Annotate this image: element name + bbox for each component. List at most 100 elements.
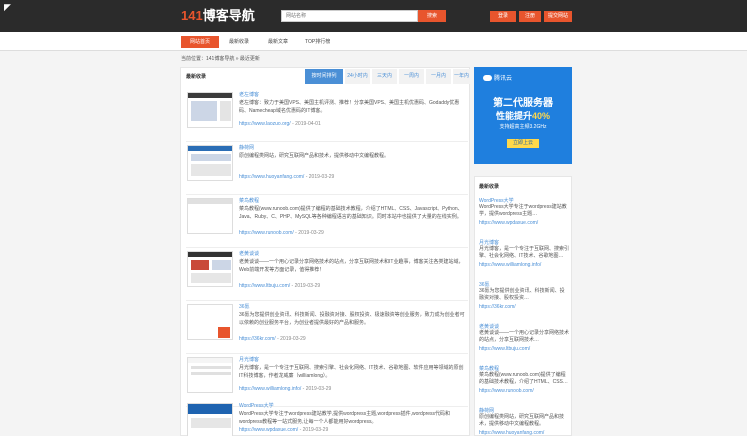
- sidebar-latest: 最新收录 WordPress大学 WordPress大学专注于wordpress…: [474, 176, 572, 436]
- ad-subheadline: 性能提升40%: [495, 111, 551, 121]
- item-desc: 菜鸟教程(www.runoob.com)提供了编程的基础技术教程，介绍了HTML…: [239, 206, 463, 220]
- item-url[interactable]: https://www.wpdaxue.com/: [239, 427, 298, 433]
- item-title[interactable]: 菜鸟教程: [239, 197, 259, 204]
- item-url[interactable]: https://www.huoyanfang.com/: [239, 174, 304, 180]
- item-url[interactable]: https://www.runoob.com/: [239, 230, 294, 236]
- item-title[interactable]: 老黄谈谈: [239, 250, 259, 257]
- item-title[interactable]: 36氪: [239, 303, 250, 310]
- site-thumbnail[interactable]: [187, 251, 233, 287]
- tencent-cloud-ad[interactable]: 腾讯云 第二代服务器 性能提升40% 支持超高主频3.2GHz 立即上云: [474, 67, 572, 164]
- top-bar: ◤ 141博客导航 搜索 登录 注册 提交网站: [0, 0, 747, 32]
- list-item[interactable]: 36氪 36氪为您提供创业资讯、科技新闻、投融资对接、股权投资、极速融资等创业服…: [186, 302, 468, 354]
- search-button[interactable]: 搜索: [418, 10, 446, 22]
- site-logo[interactable]: 141博客导航: [181, 8, 255, 24]
- nav-item-home[interactable]: 网站首页: [181, 36, 219, 48]
- site-thumbnail[interactable]: [187, 145, 233, 181]
- sidebar-item-title[interactable]: 静荷网: [479, 407, 494, 414]
- tab-24h[interactable]: 24小时内: [345, 69, 370, 84]
- site-thumbnail[interactable]: [187, 304, 233, 340]
- sidebar-item-url[interactable]: https://www.wpdaxue.com/: [479, 220, 538, 226]
- sidebar-item[interactable]: WordPress大学 WordPress大学专注于wordpress建站教学，…: [479, 197, 569, 237]
- site-thumbnail[interactable]: [187, 357, 233, 393]
- register-button[interactable]: 注册: [519, 11, 541, 22]
- submit-site-button[interactable]: 提交网站: [544, 11, 572, 22]
- sidebar-item-title[interactable]: 老黄谈谈: [479, 323, 499, 330]
- item-date: 2019-03-29: [280, 336, 306, 342]
- sidebar-item[interactable]: 老黄谈谈 老黄谈谈——一个用心记录分享网络技术的站点，分享互联网技术… http…: [479, 323, 569, 363]
- sidebar-item-url[interactable]: https://36kr.com/: [479, 304, 516, 310]
- tab-3days[interactable]: 三天内: [372, 69, 397, 84]
- item-meta: https://www.laozuo.org/ - 2019-04-01: [239, 121, 321, 127]
- search-box: [281, 10, 418, 22]
- sidebar-item-title[interactable]: WordPress大学: [479, 197, 514, 204]
- item-title[interactable]: 月光博客: [239, 356, 259, 363]
- tab-1month[interactable]: 一月内: [426, 69, 451, 84]
- sidebar-item[interactable]: 月光博客 月光博客，是一个专注于互联网、搜索引擎、社会化网络、IT技术、谷歌地图…: [479, 239, 569, 279]
- sidebar-item-desc: 月光博客，是一个专注于互联网、搜索引擎、社会化网络、IT技术、谷歌地图…: [479, 246, 570, 259]
- list-item[interactable]: 静荷网 原创编程类网站，研究互联网产品和技术，提供移动中文编程教程。 https…: [186, 143, 468, 195]
- logo-number: 141: [181, 8, 203, 23]
- ad-headline: 第二代服务器: [493, 98, 553, 109]
- item-meta: https://www.huoyanfang.com/ - 2019-03-29: [239, 174, 335, 180]
- sidebar-item-desc: 老黄谈谈——一个用心记录分享网络技术的站点，分享互联网技术…: [479, 330, 570, 343]
- sidebar-item[interactable]: 36氪 36氪为您提供创业资讯、科技新闻、投融资对接、股权投资… https:/…: [479, 281, 569, 321]
- nav-item-latest-sites[interactable]: 最新收录: [229, 37, 249, 47]
- sidebar-item-desc: 原创编程类网站，研究互联网产品和技术，提供移动中文编程教程。: [479, 414, 565, 427]
- sidebar-item-title[interactable]: 菜鸟教程: [479, 365, 499, 372]
- site-thumbnail[interactable]: [187, 92, 233, 128]
- search-input[interactable]: [282, 11, 417, 21]
- item-meta: https://www.williamlong.info/ - 2019-03-…: [239, 386, 332, 392]
- sidebar-item[interactable]: 静荷网 原创编程类网站，研究互联网产品和技术，提供移动中文编程教程。 https…: [479, 407, 569, 435]
- site-thumbnail[interactable]: [187, 198, 233, 234]
- sidebar-item-desc: 菜鸟教程(www.runoob.com)提供了编程的基础技术教程，介绍了HTML…: [479, 372, 568, 385]
- back-arrow-icon[interactable]: ◤: [4, 3, 11, 12]
- item-date: 2019-03-29: [294, 283, 321, 289]
- sidebar-item-url[interactable]: https://www.runoob.com/: [479, 388, 534, 394]
- site-thumbnail[interactable]: [187, 403, 233, 436]
- item-title[interactable]: 静荷网: [239, 144, 254, 151]
- sidebar-item-url[interactable]: https://www.ltbuju.com/: [479, 346, 530, 352]
- item-desc: 36氪为您提供创业资讯、科技新闻、投融资对接、股权投资、极速融资等创业服务，致力…: [239, 312, 465, 326]
- sidebar-item-title[interactable]: 月光博客: [479, 239, 499, 246]
- item-date: 2019-03-29: [305, 386, 332, 392]
- list-item[interactable]: 月光博客 月光博客，是一个专注于互联网、搜索引擎、社会化网络、IT技术、谷歌地图…: [186, 355, 468, 407]
- item-meta: https://36kr.com/ - 2019-03-29: [239, 336, 306, 342]
- tab-1week[interactable]: 一周内: [399, 69, 424, 84]
- sidebar-item-url[interactable]: https://www.huoyanfang.com/: [479, 430, 544, 435]
- item-url[interactable]: https://www.williamlong.info/: [239, 386, 301, 392]
- list-item[interactable]: 老黄谈谈 老黄谈谈——一个用心记录分享网络技术的站点，分享互联网技术和IT业趣事…: [186, 249, 468, 301]
- item-url[interactable]: https://www.ltbuju.com/: [239, 283, 290, 289]
- list-item[interactable]: WordPress大学 WordPress大学专注于wordpress建站教学,…: [186, 401, 468, 436]
- item-desc: 老黄谈谈——一个用心记录分享网络技术的站点，分享互联网技术和IT业趣事，博客关注…: [239, 259, 464, 273]
- item-desc: 原创编程类网站，研究互联网产品和技术，提供移动中文编程教程。: [239, 153, 390, 159]
- sidebar-item-title[interactable]: 36氪: [479, 281, 490, 288]
- item-meta: https://www.wpdaxue.com/ - 2019-03-29: [239, 427, 329, 433]
- sidebar-item-url[interactable]: https://www.williamlong.info/: [479, 262, 541, 268]
- ad-cta-button[interactable]: 立即上云: [507, 139, 539, 148]
- list-item[interactable]: 菜鸟教程 菜鸟教程(www.runoob.com)提供了编程的基础技术教程，介绍…: [186, 196, 468, 248]
- login-button[interactable]: 登录: [490, 11, 516, 22]
- item-url[interactable]: https://www.laozuo.org/: [239, 121, 291, 127]
- tab-by-time[interactable]: 按时间排列: [305, 69, 343, 84]
- sidebar-item-desc: 36氪为您提供创业资讯、科技新闻、投融资对接、股权投资…: [479, 288, 565, 301]
- item-date: 2019-03-29: [302, 427, 329, 433]
- sidebar-item[interactable]: 菜鸟教程 菜鸟教程(www.runoob.com)提供了编程的基础技术教程，介绍…: [479, 365, 569, 405]
- item-title[interactable]: 老左博客: [239, 91, 259, 98]
- item-meta: https://www.runoob.com/ - 2019-03-29: [239, 230, 324, 236]
- cloud-icon: [483, 75, 492, 82]
- item-date: 2019-03-29: [308, 174, 335, 180]
- item-meta: https://www.ltbuju.com/ - 2019-03-29: [239, 283, 321, 289]
- item-url[interactable]: https://36kr.com/: [239, 336, 276, 342]
- nav-item-latest-articles[interactable]: 最新文章: [268, 37, 288, 47]
- item-title[interactable]: WordPress大学: [239, 402, 274, 409]
- list-item[interactable]: 老左博客 老左博客：致力于美国VPS、美国主机评测、推荐！分享美国VPS、美国主…: [186, 90, 468, 142]
- main-nav: 网站首页 最新收录 最新文章 TOP排行榜: [0, 32, 747, 51]
- sidebar-item-desc: WordPress大学专注于wordpress建站教学，提供wordpress主…: [479, 204, 567, 217]
- ad-brand: 腾讯云: [483, 73, 512, 82]
- item-date: 2019-03-29: [298, 230, 324, 236]
- tab-1year[interactable]: 一年内: [453, 69, 470, 84]
- nav-item-top-ranking[interactable]: TOP排行榜: [305, 37, 330, 47]
- logo-text: 博客导航: [202, 8, 255, 23]
- breadcrumb: 当前位置：141博客导航 » 最近更新: [181, 56, 260, 62]
- ad-tagline: 支持超高主频3.2GHz: [499, 124, 547, 130]
